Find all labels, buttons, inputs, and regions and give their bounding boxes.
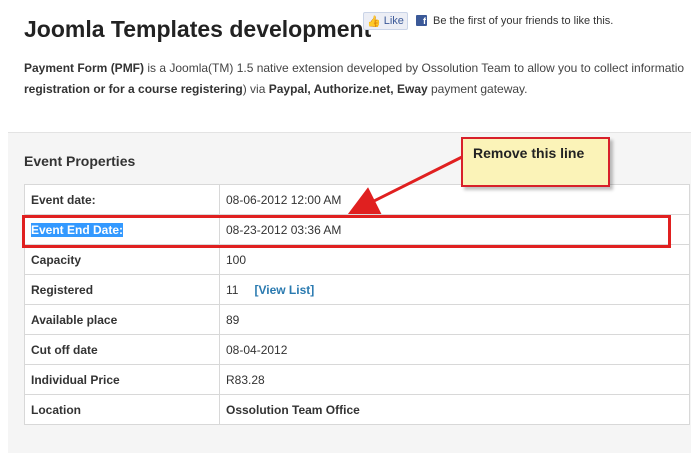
annotation-callout: Remove this line	[461, 137, 610, 187]
annotation-arrow	[347, 155, 463, 215]
